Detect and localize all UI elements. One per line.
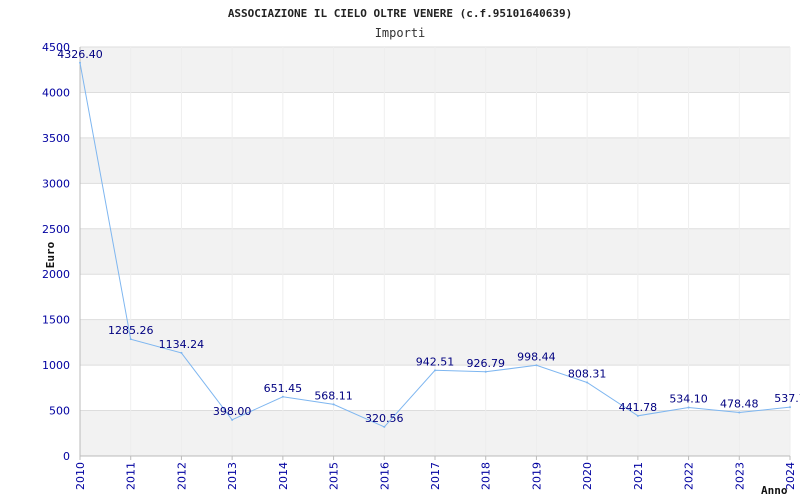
y-tick-label: 0 — [63, 450, 70, 463]
x-tick-label: 2023 — [733, 462, 746, 490]
data-label: 1285.26 — [108, 324, 154, 337]
data-label: 4326.40 — [57, 48, 103, 61]
y-tick-label: 500 — [49, 405, 70, 418]
x-tick-label: 2012 — [175, 462, 188, 490]
data-point — [687, 406, 690, 409]
data-label: 537.7 — [774, 392, 800, 405]
data-point — [281, 395, 284, 398]
data-point — [332, 403, 335, 406]
data-point — [129, 338, 132, 341]
data-point — [383, 425, 386, 428]
x-tick-label: 2015 — [328, 462, 341, 490]
x-tick-label: 2019 — [530, 462, 543, 490]
data-label: 1134.24 — [159, 338, 205, 351]
data-point — [738, 411, 741, 414]
y-tick-label: 4000 — [42, 86, 70, 99]
x-tick-label: 2020 — [581, 462, 594, 490]
data-point — [434, 369, 436, 372]
data-point — [636, 414, 639, 417]
data-point — [789, 406, 791, 409]
x-tick-label: 2016 — [378, 462, 391, 490]
x-tick-labels: 2010 2011 2012 2013 2014 2015 2016 2017 2018 2019… — [74, 462, 797, 490]
x-tick-label: 2010 — [74, 462, 87, 490]
chart-subtitle: Importi — [375, 26, 426, 40]
y-tick-label: 1000 — [42, 359, 70, 372]
y-tick-label: 1500 — [42, 314, 70, 327]
data-label: 942.51 — [416, 355, 455, 368]
x-tick-label: 2022 — [683, 462, 696, 490]
x-axis-title: Anno — [761, 484, 788, 497]
data-label: 568.11 — [314, 389, 353, 402]
x-tick-label: 2017 — [429, 462, 442, 490]
y-tick-label: 3500 — [42, 132, 70, 145]
y-axis-title: Euro — [44, 241, 57, 268]
data-label: 808.31 — [568, 368, 607, 381]
data-label: 998.44 — [517, 350, 556, 363]
data-label: 398.00 — [213, 405, 252, 418]
data-label: 478.48 — [720, 398, 759, 411]
data-point — [79, 61, 81, 64]
data-point — [535, 364, 538, 367]
data-point — [231, 418, 234, 421]
data-label: 441.78 — [619, 401, 658, 414]
data-point — [180, 351, 183, 354]
y-tick-label: 3000 — [42, 177, 70, 190]
data-label: 320.56 — [365, 412, 404, 425]
data-point — [484, 370, 487, 373]
y-tick-label: 2500 — [42, 223, 70, 236]
data-point — [586, 381, 589, 384]
x-tick-label: 2014 — [277, 462, 290, 490]
x-tick-label: 2021 — [632, 462, 645, 490]
data-label: 651.45 — [264, 382, 303, 395]
line-chart: 050010001500200025003000350040004500 201… — [42, 7, 800, 497]
y-tick-label: 2000 — [42, 268, 70, 281]
data-label: 926.79 — [466, 357, 505, 370]
data-label: 534.10 — [669, 392, 708, 405]
x-tick-label: 2018 — [480, 462, 493, 490]
x-tick-label: 2011 — [125, 462, 138, 490]
chart-title: ASSOCIAZIONE IL CIELO OLTRE VENERE (c.f.… — [228, 7, 572, 20]
x-tick-label: 2013 — [226, 462, 239, 490]
